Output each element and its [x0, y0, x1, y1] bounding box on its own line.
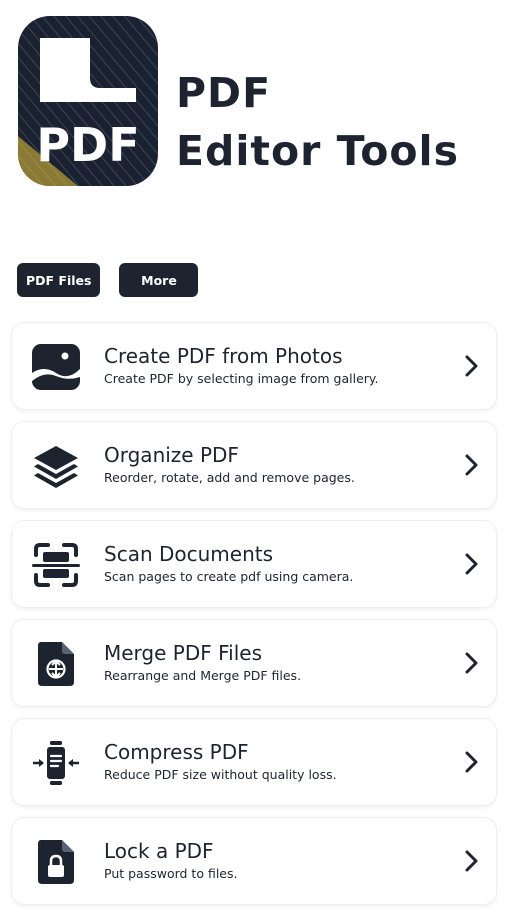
lock-file-icon [32, 838, 80, 886]
tool-text: Merge PDF Files Rearrange and Merge PDF … [104, 640, 444, 685]
app-title: PDF Editor Tools [176, 64, 459, 180]
scan-icon [32, 541, 80, 589]
merge-file-icon [32, 640, 80, 688]
tool-description: Create PDF by selecting image from galle… [104, 371, 379, 386]
app-title-line1: PDF [176, 69, 272, 117]
tool-description: Reorder, rotate, add and remove pages. [104, 470, 355, 485]
tool-card-merge-pdf-files[interactable]: Merge PDF Files Rearrange and Merge PDF … [12, 620, 496, 706]
tool-text: Scan Documents Scan pages to create pdf … [104, 541, 444, 586]
chevron-right-icon [464, 850, 480, 872]
tool-title: Lock a PDF [104, 839, 214, 863]
tool-card-organize-pdf[interactable]: Organize PDF Reorder, rotate, add and re… [12, 422, 496, 508]
tools-list: Create PDF from Photos Create PDF by sel… [12, 323, 496, 917]
pdf-files-button[interactable]: PDF Files [17, 263, 101, 297]
more-button[interactable]: More [119, 263, 199, 297]
tool-title: Organize PDF [104, 443, 239, 467]
tool-description: Reduce PDF size without quality loss. [104, 767, 337, 782]
tool-title: Compress PDF [104, 740, 249, 764]
app-title-line2: Editor Tools [176, 127, 459, 175]
tool-text: Organize PDF Reorder, rotate, add and re… [104, 442, 444, 487]
app-logo-icon: PDF [18, 16, 158, 186]
tool-card-compress-pdf[interactable]: Compress PDF Reduce PDF size without qua… [12, 719, 496, 805]
tool-text: Compress PDF Reduce PDF size without qua… [104, 739, 444, 784]
tool-card-lock-a-pdf[interactable]: Lock a PDF Put password to files. [12, 818, 496, 904]
tool-text: Create PDF from Photos Create PDF by sel… [104, 343, 444, 388]
chevron-right-icon [464, 652, 480, 674]
chevron-right-icon [464, 553, 480, 575]
chevron-right-icon [464, 355, 480, 377]
tool-description: Scan pages to create pdf using camera. [104, 569, 354, 584]
tool-title: Merge PDF Files [104, 641, 262, 665]
tool-description: Rearrange and Merge PDF files. [104, 668, 302, 683]
tool-text: Lock a PDF Put password to files. [104, 838, 444, 883]
app-logo-text: PDF [36, 118, 139, 172]
tool-title: Scan Documents [104, 542, 274, 566]
tool-card-create-pdf-from-photos[interactable]: Create PDF from Photos Create PDF by sel… [12, 323, 496, 409]
chevron-right-icon [464, 454, 480, 476]
tool-description: Put password to files. [104, 866, 238, 881]
layers-icon [32, 442, 80, 490]
tool-card-scan-documents[interactable]: Scan Documents Scan pages to create pdf … [12, 521, 496, 607]
chevron-right-icon [464, 751, 480, 773]
filter-chips: PDF Files More [17, 263, 199, 297]
image-icon [32, 343, 80, 391]
compress-icon [32, 739, 80, 787]
app-header: PDF PDF Editor Tools [18, 16, 488, 188]
tool-title: Create PDF from Photos [104, 344, 343, 368]
